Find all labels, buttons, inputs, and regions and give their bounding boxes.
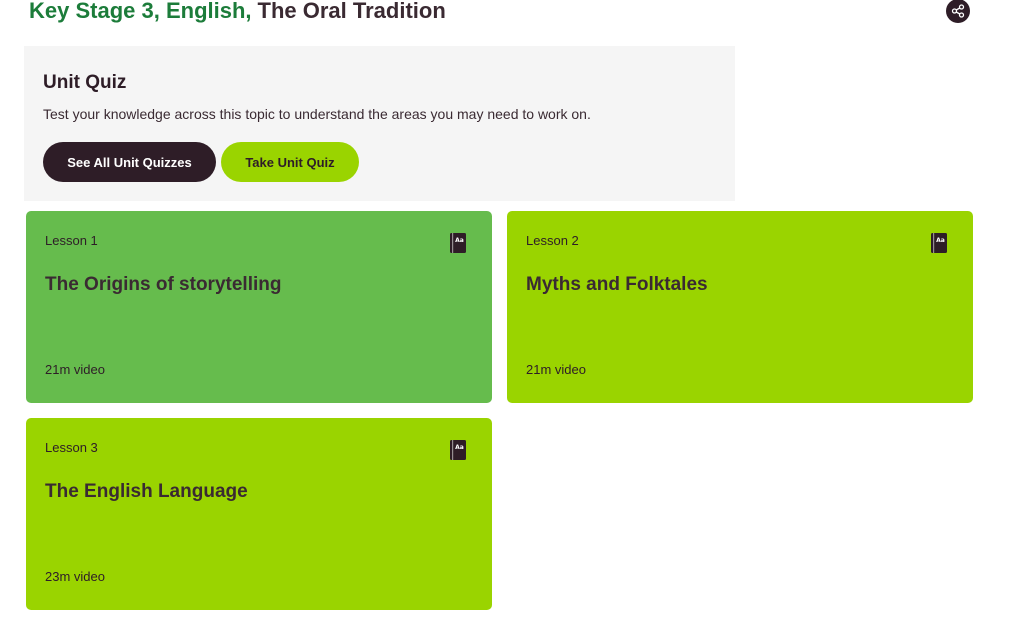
take-unit-quiz-button[interactable]: Take Unit Quiz	[221, 142, 359, 182]
svg-text:Aa: Aa	[455, 237, 464, 244]
book-icon: Aa	[450, 440, 466, 460]
unit-quiz-title: Unit Quiz	[43, 72, 127, 93]
book-icon: Aa	[450, 233, 466, 253]
lesson-number: Lesson 3	[45, 440, 98, 455]
page: Key Stage 3, English, The Oral Tradition…	[0, 0, 1024, 626]
see-all-unit-quizzes-button[interactable]: See All Unit Quizzes	[43, 142, 216, 182]
lesson-number: Lesson 1	[45, 233, 98, 248]
share-icon	[951, 4, 965, 18]
lesson-title: Myths and Folktales	[526, 274, 708, 295]
page-title: Key Stage 3, English, The Oral Tradition	[29, 0, 446, 25]
unit-title: The Oral Tradition	[257, 0, 446, 23]
svg-text:Aa: Aa	[455, 444, 464, 451]
breadcrumb[interactable]: Key Stage 3, English,	[29, 0, 252, 24]
book-icon: Aa	[931, 233, 947, 253]
lesson-title: The English Language	[45, 481, 248, 502]
share-button[interactable]	[946, 0, 970, 23]
lesson-card-2[interactable]: Lesson 2 Aa Myths and Folktales 21m vide…	[507, 211, 973, 403]
lesson-card-3[interactable]: Lesson 3 Aa The English Language 23m vid…	[26, 418, 492, 610]
lesson-duration: 21m video	[526, 362, 586, 377]
unit-quiz-panel: Unit Quiz Test your knowledge across thi…	[24, 46, 735, 201]
unit-quiz-description: Test your knowledge across this topic to…	[43, 106, 591, 122]
lesson-card-1[interactable]: Lesson 1 Aa The Origins of storytelling …	[26, 211, 492, 403]
lesson-title: The Origins of storytelling	[45, 274, 282, 295]
lesson-duration: 21m video	[45, 362, 105, 377]
lesson-number: Lesson 2	[526, 233, 579, 248]
lesson-duration: 23m video	[45, 569, 105, 584]
svg-text:Aa: Aa	[936, 237, 945, 244]
